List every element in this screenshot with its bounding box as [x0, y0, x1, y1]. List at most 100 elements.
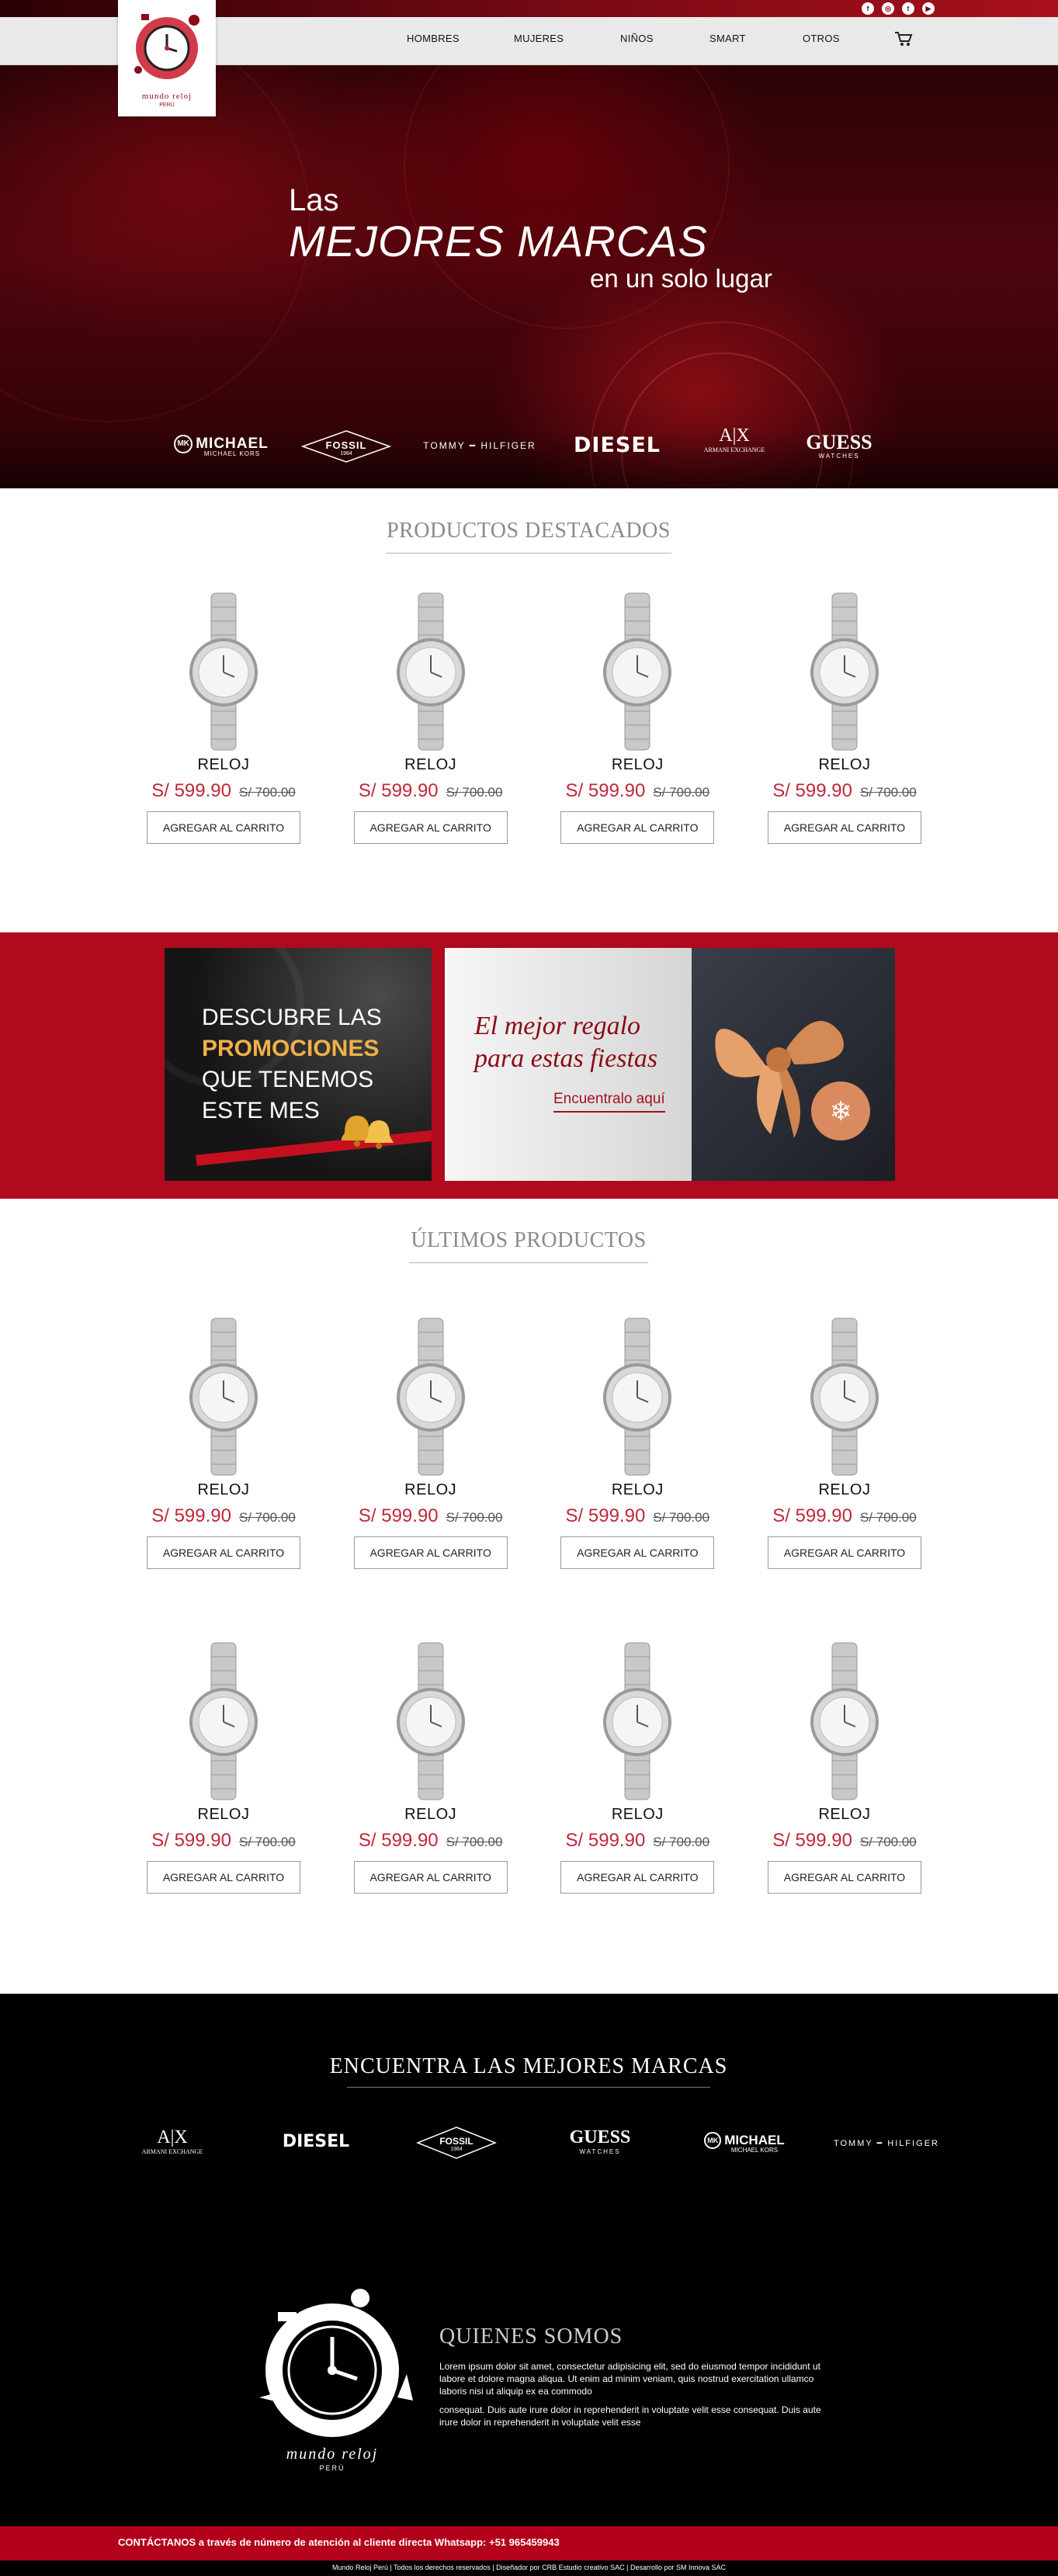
hero-banner — [0, 65, 1058, 488]
add-to-cart-button[interactable]: AGREGAR AL CARRITO — [560, 1536, 715, 1569]
watch-image[interactable] — [767, 1640, 922, 1803]
product-price: S/ 599.90 — [565, 1830, 646, 1851]
featured-title: PRODUCTOS DESTACADOS — [387, 519, 671, 543]
brand-guess-sub: WATCHES — [818, 453, 860, 460]
copyright-text: Mundo Reloj Perú | Todos los derechos re… — [331, 2564, 727, 2571]
product-name[interactable]: RELOJ — [146, 1481, 301, 1499]
nav-ninos[interactable]: NIÑOS — [620, 33, 654, 44]
product-name[interactable]: RELOJ — [767, 1481, 922, 1499]
watch-image[interactable] — [767, 590, 922, 753]
twitter-icon[interactable]: t — [902, 2, 914, 15]
product-price-block: S/ 599.90 S/ 700.00 — [767, 780, 922, 802]
contact-text[interactable]: CONTÁCTANOS a través de número de atenci… — [118, 2536, 560, 2548]
footer-brand-diesel[interactable]: DIESEL — [259, 2132, 373, 2151]
hero-headline: MEJORES MARCAS — [289, 217, 708, 266]
promo-banner-regalo[interactable]: El mejor regalo para estas fiestas Encue… — [445, 948, 895, 1181]
product-price: S/ 599.90 — [772, 1505, 852, 1526]
promo-banner-promociones[interactable]: DESCUBRE LAS PROMOCIONES QUE TENEMOS EST… — [165, 948, 432, 1181]
watch-image[interactable] — [146, 590, 301, 753]
product-name[interactable]: RELOJ — [146, 756, 301, 774]
product-name[interactable]: RELOJ — [767, 1806, 922, 1824]
watch-image[interactable] — [146, 1315, 301, 1478]
watch-image[interactable] — [560, 1640, 715, 1803]
product-card: RELOJ S/ 599.90 S/ 700.00 AGREGAR AL CARR… — [767, 1640, 922, 1894]
watch-image[interactable] — [146, 1640, 301, 1803]
add-to-cart-button[interactable]: AGREGAR AL CARRITO — [147, 811, 300, 844]
promo1-line3: QUE TENEMOS — [202, 1067, 374, 1092]
footer-brand-fossil[interactable]: FOSSIL 1984 — [416, 2126, 497, 2160]
watch-image[interactable] — [767, 1315, 922, 1478]
add-to-cart-button[interactable]: AGREGAR AL CARRITO — [560, 1861, 715, 1894]
watch-image[interactable] — [353, 590, 508, 753]
product-name[interactable]: RELOJ — [560, 756, 715, 774]
product-name[interactable]: RELOJ — [767, 756, 922, 774]
product-price: S/ 599.90 — [565, 1505, 646, 1526]
brand-michael-kors[interactable]: MK MICHAEL MICHAEL KORS — [171, 435, 272, 457]
product-old-price: S/ 700.00 — [446, 1510, 503, 1525]
add-to-cart-button[interactable]: AGREGAR AL CARRITO — [353, 1536, 508, 1569]
product-price-block: S/ 599.90 S/ 700.00 — [353, 780, 508, 802]
footer-fossil-name: FOSSIL — [439, 2136, 473, 2147]
product-old-price: S/ 700.00 — [446, 785, 503, 800]
promo2-link[interactable]: Encuentralo aquí — [553, 1091, 665, 1113]
nav-hombres[interactable]: HOMBRES — [407, 33, 460, 44]
latest-title: ÚLTIMOS PRODUCTOS — [411, 1228, 647, 1252]
watch-image[interactable] — [560, 1315, 715, 1478]
product-name[interactable]: RELOJ — [560, 1481, 715, 1499]
promo2-line2: para estas fiestas — [474, 1044, 658, 1073]
product-price-block: S/ 599.90 S/ 700.00 — [560, 1505, 715, 1527]
product-name[interactable]: RELOJ — [353, 1806, 508, 1824]
brand-guess[interactable]: GUESS WATCHES — [789, 431, 890, 460]
brand-tommy-hilfiger[interactable]: TOMMY ━ HILFIGER — [410, 440, 550, 451]
footer-brand-michael-kors[interactable]: MK MICHAEL MICHAEL KORS — [694, 2132, 795, 2154]
product-name[interactable]: RELOJ — [560, 1806, 715, 1824]
watch-image[interactable] — [560, 590, 715, 753]
nav-otros[interactable]: OTROS — [803, 33, 840, 44]
product-name[interactable]: RELOJ — [146, 1806, 301, 1824]
about-paragraph-2: consequat. Duis aute irure dolor in repr… — [439, 2404, 821, 2428]
featured-title-underline — [386, 553, 671, 554]
brand-fossil[interactable]: FOSSIL 1984 — [301, 429, 391, 463]
footer-brand-guess[interactable]: GUESS WATCHES — [551, 2127, 649, 2155]
clock-logo-icon — [134, 14, 199, 79]
product-old-price: S/ 700.00 — [859, 785, 917, 800]
brand-mk-sub: MICHAEL KORS — [203, 450, 261, 457]
watch-image[interactable] — [353, 1315, 508, 1478]
facebook-icon[interactable]: f — [862, 2, 874, 15]
about-logo-subtext: PERÚ — [319, 2464, 345, 2472]
product-price: S/ 599.90 — [151, 1830, 231, 1851]
product-old-price: S/ 700.00 — [238, 1510, 296, 1525]
product-price-block: S/ 599.90 S/ 700.00 — [353, 1830, 508, 1852]
product-price: S/ 599.90 — [151, 1505, 231, 1526]
add-to-cart-button[interactable]: AGREGAR AL CARRITO — [767, 1861, 921, 1894]
product-old-price: S/ 700.00 — [653, 785, 710, 800]
nav-smart[interactable]: SMART — [709, 33, 746, 44]
product-price-block: S/ 599.90 S/ 700.00 — [146, 780, 301, 802]
brand-ax-logo: A|X — [719, 425, 750, 446]
brand-armani-exchange[interactable]: A|X ARMANI EXCHANGE — [694, 425, 775, 453]
product-price-block: S/ 599.90 S/ 700.00 — [767, 1830, 922, 1852]
add-to-cart-button[interactable]: AGREGAR AL CARRITO — [767, 811, 921, 844]
product-name[interactable]: RELOJ — [353, 756, 508, 774]
add-to-cart-button[interactable]: AGREGAR AL CARRITO — [147, 1536, 300, 1569]
mk-icon: MK — [174, 435, 193, 453]
footer-brand-tommy-hilfiger[interactable]: TOMMY ━ HILFIGER — [824, 2138, 949, 2148]
svg-text:❄: ❄ — [830, 1096, 852, 1127]
nav-mujeres[interactable]: MUJERES — [514, 33, 564, 44]
footer-brand-armani-exchange[interactable]: A|X ARMANI EXCHANGE — [132, 2127, 213, 2155]
brand-diesel[interactable]: DIESEL — [560, 433, 674, 457]
add-to-cart-button[interactable]: AGREGAR AL CARRITO — [560, 811, 715, 844]
watch-image[interactable] — [353, 1640, 508, 1803]
add-to-cart-button[interactable]: AGREGAR AL CARRITO — [353, 811, 508, 844]
footer-guess-sub: WATCHES — [579, 2148, 621, 2155]
add-to-cart-button[interactable]: AGREGAR AL CARRITO — [147, 1861, 300, 1894]
youtube-icon[interactable]: ▶ — [922, 2, 935, 15]
add-to-cart-button[interactable]: AGREGAR AL CARRITO — [767, 1536, 921, 1569]
add-to-cart-button[interactable]: AGREGAR AL CARRITO — [353, 1861, 508, 1894]
product-name[interactable]: RELOJ — [353, 1481, 508, 1499]
cart-icon[interactable] — [894, 31, 913, 50]
instagram-icon[interactable]: ◎ — [882, 2, 894, 15]
site-logo[interactable]: mundo reloj PERÚ — [118, 0, 216, 116]
product-price: S/ 599.90 — [772, 1830, 852, 1851]
product-card: RELOJ S/ 599.90 S/ 700.00 AGREGAR AL CARR… — [353, 1315, 508, 1569]
